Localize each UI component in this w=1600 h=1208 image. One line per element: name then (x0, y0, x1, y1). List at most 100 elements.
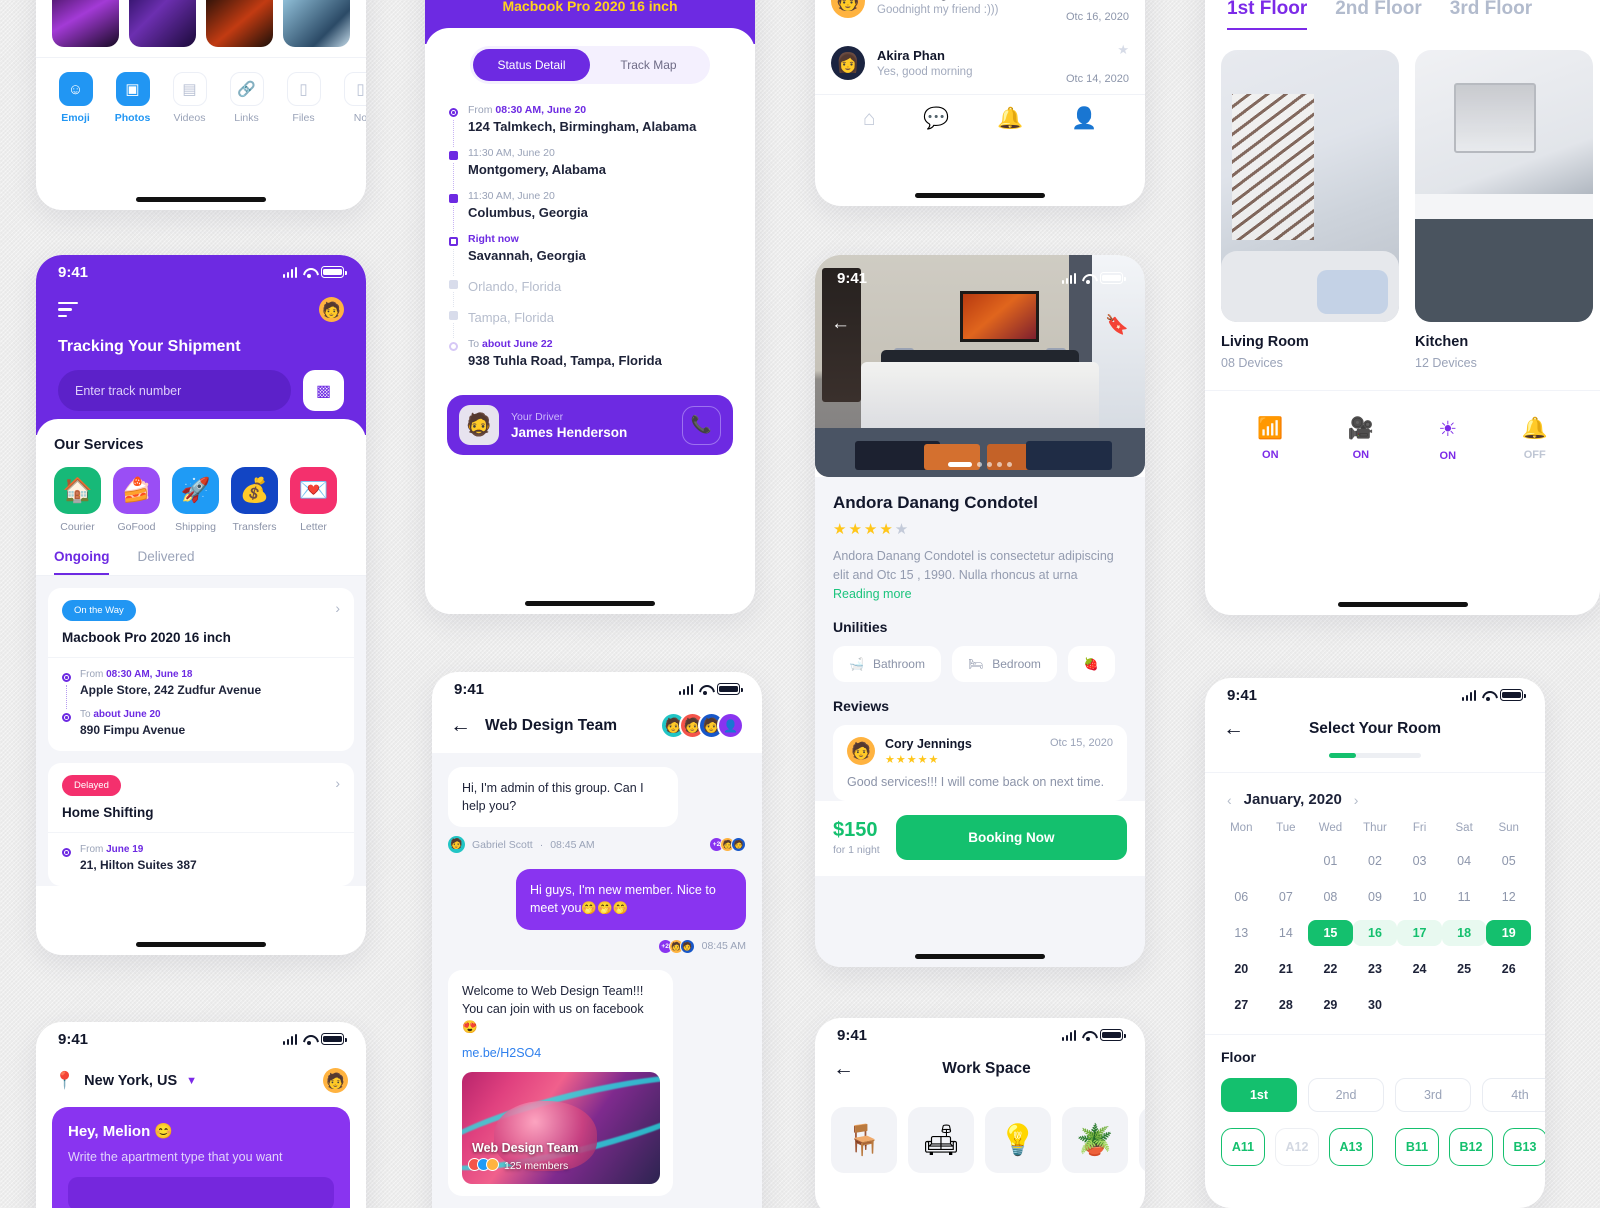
floor-tab-1st[interactable]: 1st Floor (1227, 0, 1308, 30)
calendar-day[interactable]: 22 (1308, 956, 1353, 982)
segment-track-map[interactable]: Track Map (590, 49, 707, 81)
phone-icon[interactable]: 📞 (682, 405, 721, 445)
photo-thumb[interactable] (206, 0, 273, 47)
calendar-day-in-range[interactable]: 17 (1397, 920, 1442, 946)
calendar-day[interactable]: 21 (1264, 956, 1309, 982)
furniture-sideboard[interactable]: 🛋 (908, 1107, 974, 1173)
add-member-icon[interactable]: 👤 (717, 712, 744, 739)
chat-reactions[interactable]: +2 🧑 🧑 (709, 837, 746, 853)
floor-chip-1st[interactable]: 1st (1221, 1078, 1297, 1112)
calendar-day[interactable]: 10 (1397, 884, 1442, 910)
calendar-day[interactable]: 25 (1442, 956, 1487, 982)
location-selector[interactable]: 📍 New York, US ▼ 🧑 (36, 1056, 366, 1093)
qr-scan-icon[interactable]: ▩ (303, 370, 344, 411)
link-card-preview-image[interactable]: Web Design Team 125 members (462, 1072, 660, 1184)
photo-thumb[interactable] (129, 0, 196, 47)
attachment-tab-note[interactable]: ▯ No (335, 72, 366, 124)
carousel-dots[interactable] (948, 462, 1012, 467)
floor-tab-2nd[interactable]: 2nd Floor (1335, 0, 1422, 30)
calendar-day[interactable]: 24 (1397, 956, 1442, 982)
chevron-left-icon[interactable]: ‹ (1227, 792, 1232, 808)
room-chip-b11[interactable]: B11 (1395, 1128, 1439, 1166)
attachment-tab-photos[interactable]: ▣ Photos (107, 72, 158, 124)
service-transfers[interactable]: 💰 Transfers (231, 467, 278, 533)
service-shipping[interactable]: 🚀 Shipping (172, 467, 219, 533)
chat-icon[interactable]: 💬 (923, 107, 949, 131)
calendar-day[interactable]: 02 (1353, 848, 1398, 874)
attachment-tab-files[interactable]: ▯ Files (278, 72, 329, 124)
back-arrow-icon[interactable]: ← (450, 715, 471, 736)
tab-delivered[interactable]: Delivered (137, 549, 194, 575)
control-camera[interactable]: 🎥 ON (1348, 417, 1374, 462)
shipment-card[interactable]: Delayed Home Shifting › From June 19 21,… (48, 763, 354, 886)
floor-tab-3rd[interactable]: 3rd Floor (1450, 0, 1532, 30)
utility-extra[interactable]: 🍓 (1067, 646, 1115, 683)
room-card-living-room[interactable]: Living Room 08 Devices (1221, 50, 1399, 370)
calendar-day[interactable]: 28 (1264, 992, 1309, 1018)
floor-chip-3rd[interactable]: 3rd (1395, 1078, 1471, 1112)
calendar-day[interactable]: 13 (1219, 920, 1264, 946)
back-arrow-icon[interactable]: ← (1223, 718, 1244, 739)
furniture-chair[interactable]: 🪑 (831, 1107, 897, 1173)
calendar-day[interactable]: 12 (1486, 884, 1531, 910)
chevron-right-icon[interactable]: › (335, 600, 340, 616)
utility-bedroom[interactable]: 🛏 Bedroom (951, 646, 1057, 683)
floor-chip-2nd[interactable]: 2nd (1308, 1078, 1384, 1112)
link-card-url[interactable]: me.be/H2SO4 (462, 1044, 659, 1062)
chevron-right-icon[interactable]: › (335, 775, 340, 791)
calendar-day[interactable]: 05 (1486, 848, 1531, 874)
calendar-day[interactable]: 07 (1264, 884, 1309, 910)
back-arrow-icon[interactable]: ← (833, 1058, 854, 1079)
list-item[interactable]: 👩 Akira Phan Yes, good morning ★ Otc 14,… (831, 32, 1129, 94)
utility-bathroom[interactable]: 🛁 Bathroom (833, 646, 941, 683)
search-input[interactable]: Enter track number (58, 370, 291, 411)
calendar-day-in-range[interactable]: 18 (1441, 920, 1487, 946)
calendar-day[interactable]: 03 (1397, 848, 1442, 874)
shipment-card[interactable]: On the Way Macbook Pro 2020 16 inch › Fr… (48, 588, 354, 751)
furniture-pendant-lamp[interactable]: 💡 (985, 1107, 1051, 1173)
bookmark-icon[interactable]: 🔖 (1105, 313, 1129, 337)
calendar-day[interactable]: 29 (1308, 992, 1353, 1018)
room-card-kitchen[interactable]: Kitchen 12 Devices (1415, 50, 1593, 370)
chevron-right-icon[interactable]: › (1354, 792, 1359, 808)
apartment-type-input[interactable] (68, 1177, 334, 1208)
avatar[interactable]: 🧑 (319, 297, 344, 322)
attachment-tab-videos[interactable]: ▤ Videos (164, 72, 215, 124)
furniture-plant[interactable]: 🪴 (1062, 1107, 1128, 1173)
home-icon[interactable]: ⌂ (863, 107, 876, 131)
star-icon[interactable]: ★ (1117, 42, 1129, 57)
calendar-day[interactable]: 23 (1353, 956, 1398, 982)
calendar-day[interactable]: 04 (1442, 848, 1487, 874)
attachment-tab-links[interactable]: 🔗 Links (221, 72, 272, 124)
photo-thumb[interactable] (52, 0, 119, 47)
calendar-day[interactable]: 01 (1308, 848, 1353, 874)
calendar-day[interactable]: 20 (1219, 956, 1264, 982)
calendar-day-selected-start[interactable]: 15 (1308, 920, 1353, 946)
service-gofood[interactable]: 🍰 GoFood (113, 467, 160, 533)
calendar-day-in-range[interactable]: 16 (1352, 920, 1398, 946)
booking-now-button[interactable]: Booking Now (895, 815, 1127, 861)
room-chip-b13[interactable]: B13 (1503, 1128, 1545, 1166)
read-more-link[interactable]: Reading more (833, 587, 912, 601)
calendar-day[interactable]: 08 (1308, 884, 1353, 910)
driver-card[interactable]: 🧔 Your Driver James Henderson 📞 (447, 395, 733, 455)
chevron-down-icon[interactable]: ▼ (186, 1075, 197, 1087)
service-letter[interactable]: 💌 Letter (290, 467, 337, 533)
room-chip-a13[interactable]: A13 (1329, 1128, 1373, 1166)
chat-reactions[interactable]: +2 🧑 🧑 (657, 938, 695, 954)
calendar-day[interactable]: 26 (1486, 956, 1531, 982)
segment-status-detail[interactable]: Status Detail (473, 49, 590, 81)
room-chip-a11[interactable]: A11 (1221, 1128, 1265, 1166)
calendar-day[interactable]: 30 (1353, 992, 1398, 1018)
profile-icon[interactable]: 👤 (1071, 107, 1097, 131)
floor-chip-4th[interactable]: 4th (1482, 1078, 1545, 1112)
calendar-day-selected-end[interactable]: 19 (1486, 920, 1531, 946)
photo-thumb[interactable] (283, 0, 350, 47)
control-light[interactable]: ☀ ON (1438, 417, 1457, 462)
back-arrow-icon[interactable]: ← (831, 313, 850, 335)
member-avatars[interactable]: 🧑 🧑 🧑 👤 (660, 712, 744, 739)
hamburger-icon[interactable] (58, 301, 78, 318)
furniture-candle[interactable]: 🕯 (1139, 1107, 1145, 1173)
control-wifi[interactable]: 📶 ON (1257, 417, 1283, 462)
service-courier[interactable]: 🏠 Courier (54, 467, 101, 533)
